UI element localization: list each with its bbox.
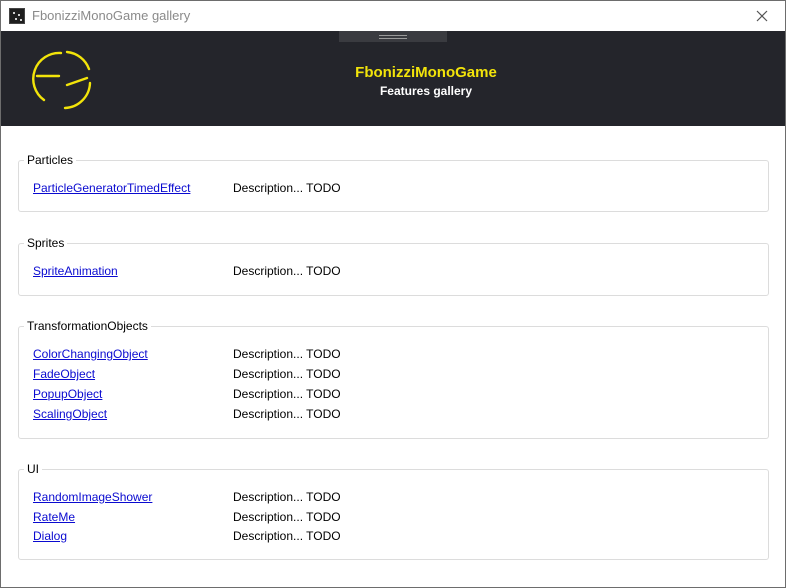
grip-handle-icon[interactable] (339, 31, 447, 42)
group-sprites: Sprites SpriteAnimation Description... T… (18, 236, 769, 296)
link-popup-object[interactable]: PopupObject (33, 387, 102, 401)
group-title: Particles (24, 153, 77, 167)
group-title: UI (24, 462, 42, 476)
list-item: Dialog Description... TODO (33, 529, 733, 547)
link-random-image-shower[interactable]: RandomImageShower (33, 490, 152, 504)
window-title: FbonizziMonoGame gallery (32, 8, 191, 23)
header-banner: FbonizziMonoGame Features gallery (1, 31, 785, 126)
item-description: Description... TODO (233, 510, 341, 524)
item-description: Description... TODO (233, 181, 341, 195)
group-transformation-objects: TransformationObjects ColorChangingObjec… (18, 319, 769, 439)
link-dialog[interactable]: Dialog (33, 529, 67, 543)
list-item: SpriteAnimation Description... TODO (33, 264, 733, 282)
header-subtitle: Features gallery (379, 84, 473, 98)
app-window: FbonizziMonoGame gallery FbonizziMonoGam… (0, 0, 786, 588)
link-rate-me[interactable]: RateMe (33, 510, 75, 524)
link-scaling-object[interactable]: ScalingObject (33, 407, 107, 421)
link-fade-object[interactable]: FadeObject (33, 367, 95, 381)
item-description: Description... TODO (233, 264, 341, 278)
list-item: ColorChangingObject Description... TODO (33, 347, 733, 365)
item-description: Description... TODO (233, 529, 341, 543)
list-item: FadeObject Description... TODO (33, 367, 733, 385)
list-item: PopupObject Description... TODO (33, 387, 733, 405)
close-button[interactable] (739, 1, 785, 31)
item-description: Description... TODO (233, 407, 341, 421)
link-particle-generator-timed-effect[interactable]: ParticleGeneratorTimedEffect (33, 181, 190, 195)
link-sprite-animation[interactable]: SpriteAnimation (33, 264, 118, 278)
list-item: ScalingObject Description... TODO (33, 407, 733, 425)
close-icon (756, 10, 768, 22)
app-icon (9, 8, 25, 24)
header-title: FbonizziMonoGame (355, 64, 497, 81)
group-particles: Particles ParticleGeneratorTimedEffect D… (18, 153, 769, 212)
title-bar[interactable]: FbonizziMonoGame gallery (1, 1, 785, 31)
list-item: ParticleGeneratorTimedEffect Description… (33, 181, 733, 199)
list-item: RateMe Description... TODO (33, 510, 733, 528)
link-color-changing-object[interactable]: ColorChangingObject (33, 347, 148, 361)
item-description: Description... TODO (233, 490, 341, 504)
list-item: RandomImageShower Description... TODO (33, 490, 733, 508)
item-description: Description... TODO (233, 387, 341, 401)
group-title: TransformationObjects (24, 319, 151, 333)
fs-logo-icon (31, 49, 95, 118)
group-ui: UI RandomImageShower Description... TODO… (18, 462, 769, 560)
group-title: Sprites (24, 236, 68, 250)
item-description: Description... TODO (233, 347, 341, 361)
item-description: Description... TODO (233, 367, 341, 381)
